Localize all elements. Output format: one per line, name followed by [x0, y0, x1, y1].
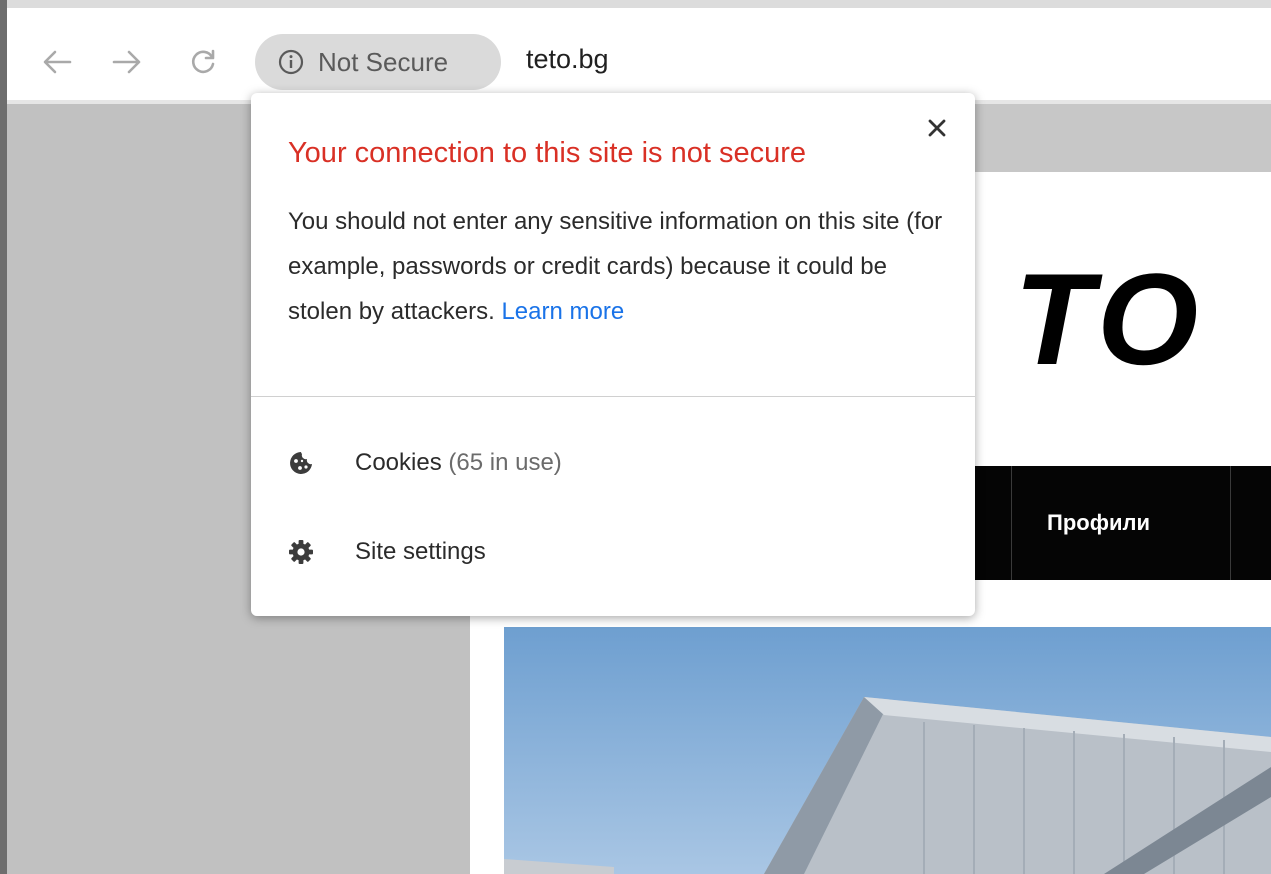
- popup-divider: [251, 396, 975, 397]
- reload-button[interactable]: [186, 42, 220, 82]
- cookies-label: Cookies (65 in use): [355, 449, 562, 477]
- reload-icon: [192, 49, 215, 74]
- site-info-popup: Your connection to this site is not secu…: [251, 93, 975, 616]
- nav-separator: [1011, 466, 1012, 580]
- cookie-icon: [288, 450, 314, 476]
- gear-icon: [288, 539, 314, 565]
- site-settings-label: Site settings: [355, 538, 486, 565]
- building-photo: [504, 627, 1271, 874]
- cookies-text: Cookies: [355, 449, 442, 476]
- site-nav-item-profili[interactable]: Профили: [1047, 510, 1150, 536]
- arrow-right-icon: [112, 50, 141, 74]
- cookies-row[interactable]: Cookies (65 in use): [251, 433, 975, 493]
- cookies-count: (65 in use): [448, 449, 562, 476]
- arrow-left-icon: [43, 50, 72, 74]
- site-settings-row[interactable]: Site settings: [251, 522, 975, 582]
- address-bar-url[interactable]: teto.bg: [526, 44, 609, 75]
- tab-strip: [7, 0, 1271, 8]
- back-button[interactable]: [40, 42, 74, 82]
- security-chip-label: Not Secure: [318, 46, 449, 77]
- popup-message: You should not enter any sensitive infor…: [288, 199, 948, 334]
- info-icon: [277, 48, 305, 76]
- close-icon: [928, 119, 946, 137]
- security-chip[interactable]: Not Secure: [255, 34, 501, 90]
- window-edge: [0, 0, 7, 874]
- close-button[interactable]: [922, 113, 952, 143]
- popup-title: Your connection to this site is not secu…: [288, 137, 807, 169]
- learn-more-link[interactable]: Learn more: [501, 298, 624, 325]
- nav-separator: [1230, 466, 1231, 580]
- forward-button[interactable]: [110, 42, 144, 82]
- site-logo[interactable]: TO: [1014, 254, 1204, 384]
